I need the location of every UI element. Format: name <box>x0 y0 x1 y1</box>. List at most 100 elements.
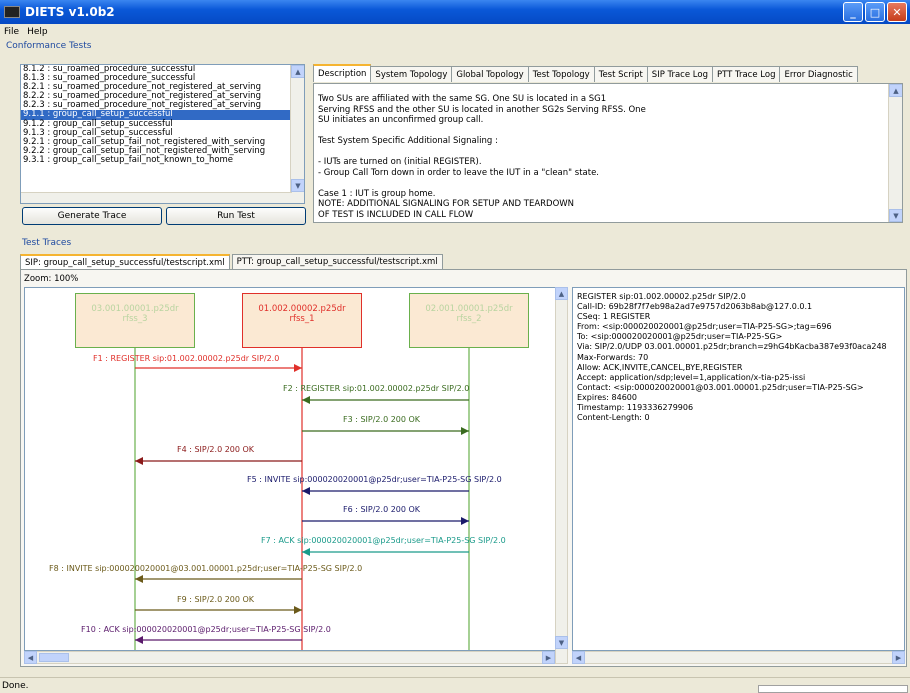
tab-test-topology[interactable]: Test Topology <box>527 66 595 82</box>
message-label[interactable]: F8 : INVITE sip:000020020001@03.001.0000… <box>49 564 362 573</box>
message-label[interactable]: F10 : ACK sip:000020020001@p25dr;user=TI… <box>81 625 331 634</box>
message-detail-line: From: <sip:000020020001@p25dr;user=TIA-P… <box>577 322 832 332</box>
tab-description[interactable]: Description <box>313 64 372 82</box>
message-detail-line: Expires: 84600 <box>577 392 637 402</box>
lifeline-box-rfss_2[interactable]: 02.001.00001.p25dr rfss_2 <box>409 293 529 348</box>
message-label[interactable]: F9 : SIP/2.0 200 OK <box>177 595 254 604</box>
tab-global-topology[interactable]: Global Topology <box>451 66 529 82</box>
generate-trace-button[interactable]: Generate Trace <box>22 207 162 225</box>
diagram-vscrollbar[interactable]: ▲ ▼ <box>555 287 568 664</box>
zoom-label: Zoom: 100% <box>24 274 79 284</box>
tab-ptt-trace-log[interactable]: PTT Trace Log <box>711 66 781 82</box>
menu-bar: File Help <box>0 24 910 39</box>
tab-error-diagnostic[interactable]: Error Diagnostic <box>779 66 858 82</box>
message-detail-line: Contact: <sip:000020020001@03.001.00001.… <box>577 382 864 392</box>
description-line: OF TEST IS INCLUDED IN CALL FLOW <box>318 209 474 220</box>
arrowhead-icon <box>302 548 310 556</box>
arrowhead-icon <box>294 606 302 614</box>
test-list[interactable]: 8.1.2 : su_roamed_procedure_successful 8.… <box>20 64 305 204</box>
description-line: - IUTs are turned on (initial REGISTER). <box>318 157 482 167</box>
lifeline-id: 03.001.00001.p25dr <box>91 304 179 314</box>
conformance-tests-label: Conformance Tests <box>6 41 92 51</box>
description-line <box>318 147 898 158</box>
title-bar: DIETS v1.0b2 _ □ ✕ <box>0 0 910 24</box>
message-detail-line: Allow: ACK,INVITE,CANCEL,BYE,REGISTER <box>577 362 743 372</box>
message-detail-line: Accept: application/sdp;level=1,applicat… <box>577 372 806 382</box>
tab-ptt-trace[interactable]: PTT: group_call_setup_successful/testscr… <box>231 254 443 269</box>
app-icon <box>4 6 20 18</box>
message-detail-line: Content-Length: 0 <box>577 413 650 423</box>
message-label[interactable]: F2 : REGISTER sip:01.002.00002.p25dr SIP… <box>283 384 469 393</box>
message-detail-line: To: <sip:000020020001@p25dr;user=TIA-P25… <box>577 332 783 342</box>
description-line: Two SUs are affiliated with the same SG.… <box>318 94 607 104</box>
scroll-right-icon[interactable]: ▶ <box>892 651 905 664</box>
message-detail-line: CSeq: 1 REGISTER <box>577 312 651 322</box>
lifeline-name: rfss_2 <box>456 314 482 324</box>
test-list-hscrollbar[interactable] <box>21 192 292 203</box>
description-line: Case 1 : IUT is group home. <box>318 188 436 199</box>
minimize-button[interactable]: _ <box>843 2 863 22</box>
description-line <box>318 178 898 189</box>
arrowhead-icon <box>294 364 302 372</box>
message-label[interactable]: F5 : INVITE sip:000020020001@p25dr;user=… <box>247 475 502 484</box>
test-traces-label: Test Traces <box>22 238 72 248</box>
message-detail-panel: REGISTER sip:01.002.00002.p25dr SIP/2.0 C… <box>572 287 905 651</box>
lifeline-id: 01.002.00002.p25dr <box>258 304 346 314</box>
arrowhead-icon <box>302 396 310 404</box>
test-list-item[interactable]: 9.3.1 : group_call_setup_fail_not_known_… <box>21 155 304 165</box>
message-detail-line: Timestamp: 1193336279906 <box>577 403 694 413</box>
message-label[interactable]: F1 : REGISTER sip:01.002.00002.p25dr SIP… <box>93 354 279 363</box>
diagram-hscrollbar[interactable]: ◀ ▶ <box>24 651 555 664</box>
sequence-diagram[interactable]: 03.001.00001.p25dr rfss_3 01.002.00002.p25… <box>24 287 559 651</box>
scroll-right-icon[interactable]: ▶ <box>542 651 555 664</box>
scroll-up-icon[interactable]: ▲ <box>889 84 902 97</box>
message-label[interactable]: F3 : SIP/2.0 200 OK <box>343 415 420 424</box>
message-label[interactable]: F6 : SIP/2.0 200 OK <box>343 505 420 514</box>
arrowhead-icon <box>135 457 143 465</box>
description-line <box>318 126 898 137</box>
close-button[interactable]: ✕ <box>887 2 907 22</box>
message-label[interactable]: F4 : SIP/2.0 200 OK <box>177 445 254 454</box>
message-detail-line: Call-ID: 69b28f7f7eb98a2ad7e9757d2063b8a… <box>577 302 813 312</box>
lifeline-name: rfss_1 <box>289 314 315 324</box>
tab-sip-trace[interactable]: SIP: group_call_setup_successful/testscr… <box>20 254 230 269</box>
scroll-up-icon[interactable]: ▲ <box>555 287 568 300</box>
lifeline-box-rfss_1[interactable]: 01.002.00002.p25dr rfss_1 <box>242 293 362 348</box>
run-test-button[interactable]: Run Test <box>166 207 306 225</box>
arrowhead-icon <box>135 636 143 644</box>
maximize-button[interactable]: □ <box>865 2 885 22</box>
message-detail-line: Via: SIP/2.0/UDP 03.001.00001.p25dr;bran… <box>577 342 887 352</box>
scroll-up-icon[interactable]: ▲ <box>291 65 304 78</box>
description-line: Serving RFSS and the other SU is located… <box>318 104 646 115</box>
scroll-left-icon[interactable]: ◀ <box>24 651 37 664</box>
message-label[interactable]: F7 : ACK sip:000020020001@p25dr;user=TIA… <box>261 536 506 545</box>
scroll-down-icon[interactable]: ▼ <box>555 636 568 649</box>
description-vscrollbar[interactable]: ▲ ▼ <box>888 84 902 222</box>
detail-tabs: Description System Topology Global Topolog… <box>313 64 858 82</box>
menu-help[interactable]: Help <box>27 27 48 37</box>
lifeline-id: 02.001.00001.p25dr <box>425 304 513 314</box>
status-text: Done. <box>2 680 29 691</box>
description-line: NOTE: ADDITIONAL SIGNALING FOR SETUP AND… <box>318 199 575 209</box>
tab-sip-trace-log[interactable]: SIP Trace Log <box>646 66 713 82</box>
menu-file[interactable]: File <box>4 27 19 37</box>
tab-test-script[interactable]: Test Script <box>593 66 648 82</box>
trace-tabs: SIP: group_call_setup_successful/testscr… <box>20 254 445 269</box>
arrowhead-icon <box>461 427 469 435</box>
window-title: DIETS v1.0b2 <box>25 5 115 19</box>
scroll-thumb[interactable] <box>39 653 69 662</box>
arrowhead-icon <box>461 517 469 525</box>
lifeline-name: rfss_3 <box>122 314 148 324</box>
scroll-down-icon[interactable]: ▼ <box>889 209 902 222</box>
scroll-left-icon[interactable]: ◀ <box>572 651 585 664</box>
lifeline-box-rfss_3[interactable]: 03.001.00001.p25dr rfss_3 <box>75 293 195 348</box>
tab-system-topology[interactable]: System Topology <box>370 66 453 82</box>
message-detail-line: Max-Forwards: 70 <box>577 352 649 362</box>
detail-hscrollbar[interactable]: ◀ ▶ <box>572 651 905 664</box>
status-progress-field <box>758 685 908 693</box>
message-detail-line: REGISTER sip:01.002.00002.p25dr SIP/2.0 <box>577 292 746 301</box>
test-list-vscrollbar[interactable]: ▲ ▼ <box>290 65 304 203</box>
description-line: - Group Call Torn down in order to leave… <box>318 167 600 178</box>
scroll-down-icon[interactable]: ▼ <box>291 179 304 192</box>
description-line: Test System Specific Additional Signalin… <box>318 136 498 146</box>
